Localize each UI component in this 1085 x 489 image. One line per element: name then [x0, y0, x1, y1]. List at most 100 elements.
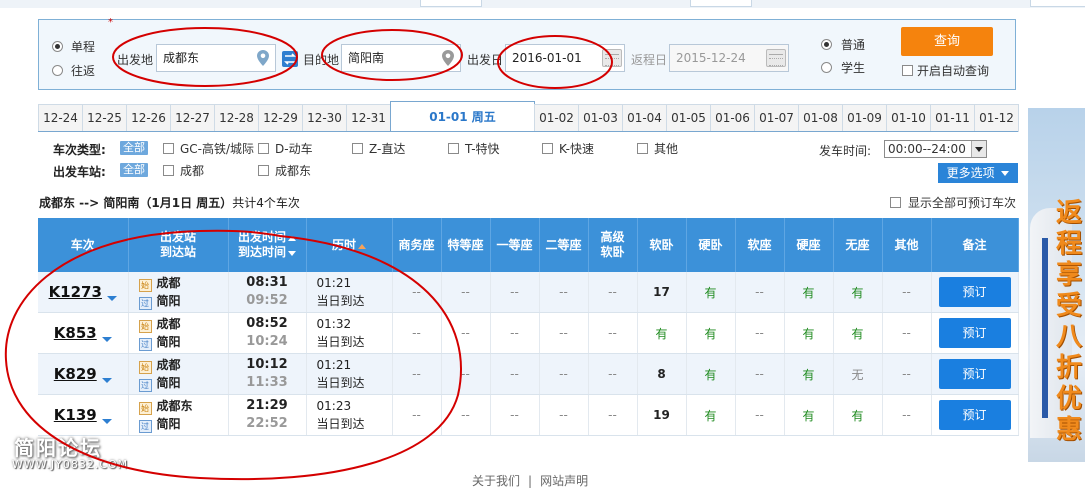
seat-senior-cell: -- — [588, 312, 638, 354]
query-button[interactable]: 查询 — [901, 27, 993, 56]
to-station[interactable]: 简阳 — [157, 376, 181, 390]
date-tab[interactable]: 12-26 — [126, 104, 171, 132]
to-station[interactable]: 简阳 — [157, 294, 181, 308]
date-tab[interactable]: 01-07 — [754, 104, 799, 132]
depart-time-select[interactable]: 00:00--24:00 — [884, 140, 987, 158]
show-all-checkbox[interactable] — [890, 197, 901, 208]
train-number-link[interactable]: K1273 — [49, 283, 102, 301]
date-tab[interactable]: 01-09 — [842, 104, 887, 132]
date-tab[interactable]: 12-24 — [38, 104, 83, 132]
stations-cell: 始成都过简阳 — [128, 353, 229, 395]
train-type-all[interactable]: 全部 — [120, 141, 148, 155]
sort-down-icon[interactable] — [288, 251, 296, 256]
train-number-link[interactable]: K139 — [54, 406, 97, 424]
expand-arrow-icon[interactable] — [106, 296, 117, 301]
date-tab[interactable]: 01-03 — [578, 104, 623, 132]
duration: 01:21 — [316, 358, 352, 372]
book-button[interactable]: 预订 — [938, 400, 1011, 430]
pass-station-badge: 过 — [138, 338, 152, 351]
train-type-checkbox[interactable] — [258, 143, 269, 154]
date-tabs: 12-24 12-25 12-26 12-27 12-28 12-29 12-30 12-31… — [38, 101, 1019, 132]
to-station[interactable]: 简阳 — [157, 335, 181, 349]
side-ad-banner[interactable]: 返程享受八折优惠 — [1028, 108, 1085, 462]
date-tab[interactable]: 12-31 — [346, 104, 391, 132]
radio-adult[interactable] — [821, 39, 832, 50]
date-tab[interactable]: 12-28 — [214, 104, 259, 132]
train-number-link[interactable]: K853 — [54, 324, 97, 342]
auto-query-checkbox[interactable] — [902, 65, 913, 76]
date-tab[interactable]: 01-05 — [666, 104, 711, 132]
arrive-note: 当日到达 — [316, 417, 365, 431]
from-station[interactable]: 成都东 — [157, 399, 193, 413]
train-type-checkbox[interactable] — [448, 143, 459, 154]
date-tab[interactable]: 01-10 — [886, 104, 931, 132]
calendar-icon[interactable] — [766, 49, 786, 67]
top-strip-tab — [690, 0, 752, 7]
date-tab[interactable]: 01-04 — [622, 104, 667, 132]
radio-round-trip[interactable] — [52, 65, 63, 76]
train-type-checkbox[interactable] — [163, 143, 174, 154]
date-tab[interactable]: 01-08 — [798, 104, 843, 132]
from-station[interactable]: 成都 — [157, 276, 181, 290]
seat-hard-seat-cell: 有 — [784, 312, 834, 354]
more-options-button[interactable]: 更多选项 — [938, 163, 1018, 183]
station-checkbox[interactable] — [163, 165, 174, 176]
seat-senior-cell: -- — [588, 353, 638, 395]
sort-icon[interactable] — [358, 243, 366, 249]
book-button[interactable]: 预订 — [938, 277, 1011, 307]
duration-cell: 01:23 当日到达 — [306, 394, 393, 436]
seat-availability: 有 — [704, 326, 717, 341]
start-station-badge: 始 — [138, 279, 152, 292]
to-station[interactable]: 简阳 — [157, 417, 181, 431]
radio-one-way[interactable] — [52, 41, 63, 52]
date-tab[interactable]: 12-25 — [82, 104, 127, 132]
calendar-icon[interactable] — [602, 49, 622, 67]
date-tab[interactable]: 01-12 — [974, 104, 1019, 132]
from-station[interactable]: 成都 — [157, 317, 181, 331]
seat-other-cell: -- — [882, 394, 932, 436]
seat-availability: -- — [755, 367, 764, 381]
date-tab-active[interactable]: 01-01 周五 — [390, 101, 535, 132]
th-times[interactable]: 出发时间 到达时间 — [228, 218, 307, 272]
duration-cell: 01:21 当日到达 — [306, 353, 393, 395]
date-tab[interactable]: 01-11 — [930, 104, 975, 132]
th-senior-sleeper: 高级 软卧 — [588, 218, 638, 272]
expand-arrow-icon[interactable] — [101, 337, 112, 342]
date-label: 出发日 — [467, 53, 504, 67]
book-button[interactable]: 预订 — [938, 359, 1011, 389]
location-pin-icon[interactable] — [257, 50, 269, 66]
train-type-checkbox[interactable] — [352, 143, 363, 154]
depart-time-label: 发车时间: — [819, 144, 872, 158]
sort-up-icon[interactable] — [288, 236, 296, 241]
location-pin-icon[interactable] — [442, 50, 454, 66]
train-cell: K139 — [38, 394, 129, 436]
train-type-option: D-动车 — [275, 142, 313, 156]
seat-availability: -- — [902, 285, 911, 299]
station-all[interactable]: 全部 — [120, 163, 148, 177]
th-duration[interactable]: 历时 — [306, 218, 393, 272]
date-tab[interactable]: 01-02 — [534, 104, 579, 132]
date-tab[interactable]: 12-30 — [302, 104, 347, 132]
date-tab[interactable]: 12-29 — [258, 104, 303, 132]
about-link[interactable]: 关于我们 — [468, 474, 524, 488]
pass-station-badge: 过 — [138, 420, 152, 433]
train-type-checkbox[interactable] — [542, 143, 553, 154]
train-number-link[interactable]: K829 — [54, 365, 97, 383]
book-button[interactable]: 预订 — [938, 318, 1011, 348]
seat-first-cell: -- — [490, 272, 540, 313]
table-row: K139 始成都东过简阳 21:29 22:52 01:23 当日到达 -- -- -- -- --… — [38, 394, 1019, 436]
swap-icon[interactable] — [282, 51, 298, 67]
seat-second-cell: -- — [539, 394, 589, 436]
seat-hard-seat-cell: 有 — [784, 272, 834, 313]
date-tab[interactable]: 01-06 — [710, 104, 755, 132]
radio-student[interactable] — [821, 62, 832, 73]
statement-link[interactable]: 网站声明 — [536, 474, 592, 488]
train-type-checkbox[interactable] — [637, 143, 648, 154]
expand-arrow-icon[interactable] — [101, 378, 112, 383]
from-station[interactable]: 成都 — [157, 358, 181, 372]
station-checkbox[interactable] — [258, 165, 269, 176]
table-row: K853 始成都过简阳 08:52 10:24 01:32 当日到达 -- -- -- -- -- 有… — [38, 312, 1019, 354]
date-tab[interactable]: 12-27 — [170, 104, 215, 132]
th-soft-seat: 软座 — [735, 218, 785, 272]
expand-arrow-icon[interactable] — [101, 419, 112, 424]
